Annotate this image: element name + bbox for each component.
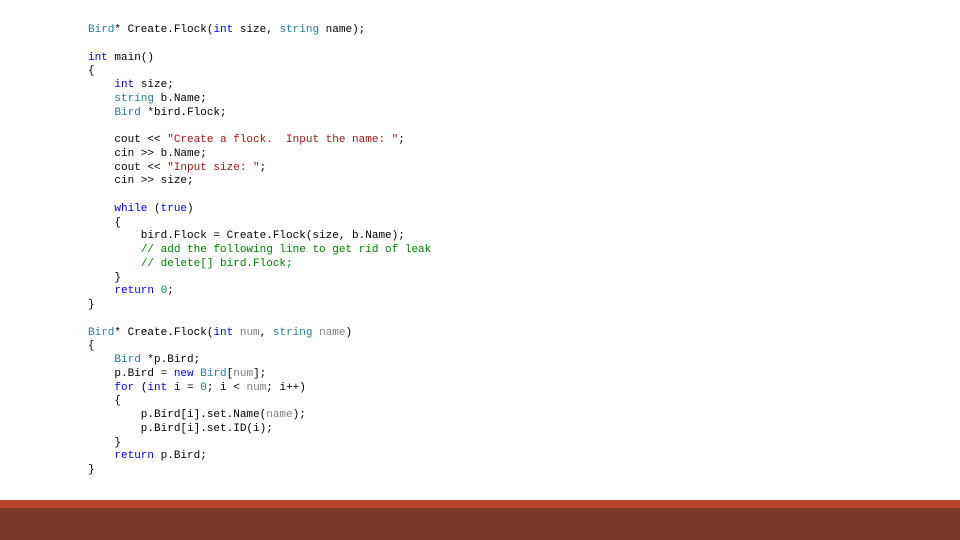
accent-band-brown (0, 508, 960, 540)
code-line: return p.Bird; (88, 450, 431, 464)
code-line: int main() (88, 52, 431, 66)
code-line: for (int i = 0; i < num; i++) (88, 382, 431, 396)
code-line: return 0; (88, 285, 431, 299)
code-line (88, 313, 431, 327)
code-line: cout << "Create a flock. Input the name:… (88, 134, 431, 148)
slide-page: Bird* Create.Flock(int size, string name… (0, 0, 960, 540)
code-line: Bird *bird.Flock; (88, 107, 431, 121)
code-line: string b.Name; (88, 93, 431, 107)
code-line: cin >> size; (88, 175, 431, 189)
code-line: // add the following line to get rid of … (88, 244, 431, 258)
code-line: } (88, 437, 431, 451)
code-line: } (88, 272, 431, 286)
code-line (88, 189, 431, 203)
code-line: p.Bird[i].set.ID(i); (88, 423, 431, 437)
code-line: } (88, 299, 431, 313)
code-line: Bird* Create.Flock(int size, string name… (88, 24, 431, 38)
code-line (88, 120, 431, 134)
code-line: cout << "Input size: "; (88, 162, 431, 176)
code-line: Bird *p.Bird; (88, 354, 431, 368)
code-block: Bird* Create.Flock(int size, string name… (88, 24, 431, 478)
code-line: int size; (88, 79, 431, 93)
code-line: // delete[] bird.Flock; (88, 258, 431, 272)
code-line: { (88, 395, 431, 409)
code-line: while (true) (88, 203, 431, 217)
code-line: cin >> b.Name; (88, 148, 431, 162)
code-line (88, 38, 431, 52)
code-line: p.Bird[i].set.Name(name); (88, 409, 431, 423)
code-line: p.Bird = new Bird[num]; (88, 368, 431, 382)
code-line: } (88, 464, 431, 478)
code-line: Bird* Create.Flock(int num, string name) (88, 327, 431, 341)
code-line: { (88, 65, 431, 79)
code-line: bird.Flock = Create.Flock(size, b.Name); (88, 230, 431, 244)
accent-band-orange (0, 500, 960, 508)
code-line: { (88, 217, 431, 231)
code-line: { (88, 340, 431, 354)
